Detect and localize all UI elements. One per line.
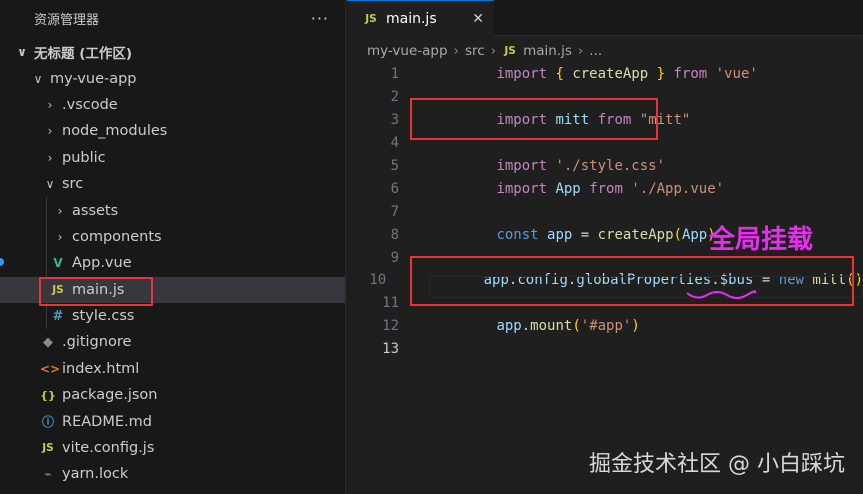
underline-squiggle: [686, 290, 757, 299]
js-file-icon: JS: [365, 12, 377, 25]
tree-item-app-vue[interactable]: V App.vue: [0, 250, 345, 277]
info-file-icon: ⓘ: [41, 415, 54, 430]
chevron-right-icon: ›: [47, 97, 53, 112]
tree-item-label: .gitignore: [62, 334, 132, 351]
line-number: 9: [390, 249, 399, 266]
line-number: 10: [369, 272, 387, 289]
tree-item-label: index.html: [62, 360, 140, 377]
tree-item-label: src: [62, 176, 84, 193]
explorer-sidebar: 资源管理器 ··· ∨ 无标题 (工作区) ∨ my-vue-app › .vs…: [0, 0, 346, 494]
tab-bar: JS main.js ✕: [347, 0, 863, 36]
chevron-right-icon: ›: [47, 124, 53, 139]
tree-item-label: node_modules: [62, 123, 168, 140]
chevron-right-icon: ›: [47, 150, 53, 165]
watermark: 掘金技术社区 @ 小白踩坑: [589, 452, 845, 477]
tab-label: main.js: [386, 10, 437, 27]
html-file-icon: <>: [40, 361, 61, 376]
chevron-right-icon: ›: [57, 203, 63, 218]
tree-item-yarn-lock[interactable]: ⌁ yarn.lock: [0, 461, 345, 487]
tab-main-js[interactable]: JS main.js ✕: [347, 0, 494, 36]
indent-guide: [46, 197, 47, 224]
main-js-highlight-box: [39, 277, 153, 306]
tree-item-label: .vscode: [62, 96, 118, 113]
import-mitt-highlight-box: [410, 98, 658, 140]
vue-file-icon: V: [53, 256, 63, 271]
tree-item-label: assets: [72, 202, 119, 219]
tree-item-label: public: [62, 149, 106, 166]
line-number: 7: [390, 203, 399, 220]
js-file-icon: JS: [42, 442, 54, 455]
tree-item-vite-config[interactable]: JS vite.config.js: [0, 435, 345, 461]
line-number: 12: [382, 318, 399, 335]
tree-item-index-html[interactable]: <> index.html: [0, 356, 345, 382]
tree-item-label: components: [72, 228, 162, 245]
file-tree: ∨ 无标题 (工作区) ∨ my-vue-app › .vscode › nod…: [0, 39, 345, 488]
global-bus-highlight-box: [410, 256, 854, 306]
line-number: 2: [390, 89, 399, 106]
tree-item-label: App.vue: [72, 255, 132, 272]
tree-item-node-modules[interactable]: › node_modules: [0, 118, 345, 144]
tree-item-vscode[interactable]: › .vscode: [0, 92, 345, 118]
chevron-down-icon: ∨: [17, 45, 27, 60]
code-line: 6 import App from './App.vue': [347, 177, 863, 200]
line-number: 11: [382, 295, 399, 312]
line-number: 13: [382, 341, 399, 358]
tree-item-label: README.md: [62, 413, 152, 430]
more-actions-icon[interactable]: ···: [311, 9, 329, 28]
editor-area: JS main.js ✕ my-vue-app › src › JS main.…: [347, 0, 863, 494]
yarn-file-icon: ⌁: [44, 467, 52, 482]
git-file-icon: ◆: [43, 334, 53, 350]
workspace-root[interactable]: ∨ 无标题 (工作区): [0, 39, 345, 65]
line-number: 6: [390, 180, 399, 197]
explorer-title: 资源管理器: [34, 12, 100, 28]
chevron-down-icon: ∨: [33, 71, 43, 86]
explorer-header: 资源管理器 ···: [0, 0, 345, 36]
tree-item-label: style.css: [72, 308, 135, 325]
line-number: 1: [390, 66, 399, 83]
workspace-label: 无标题 (工作区): [34, 46, 133, 63]
tree-item-gitignore[interactable]: ◆ .gitignore: [0, 329, 345, 355]
line-number: 3: [390, 112, 399, 129]
tree-item-readme[interactable]: ⓘ README.md: [0, 408, 345, 434]
tree-item-package-json[interactable]: {} package.json: [0, 382, 345, 408]
code-line: 12 app.mount('#app'): [347, 315, 863, 338]
indent-guide: [46, 223, 47, 251]
tree-item-label: package.json: [62, 387, 158, 404]
tree-item-assets[interactable]: › assets: [0, 197, 345, 224]
json-file-icon: {}: [40, 388, 56, 402]
tree-item-label: vite.config.js: [62, 440, 155, 457]
tree-item-label: yarn.lock: [62, 466, 129, 483]
tree-item-src[interactable]: ∨ src: [0, 171, 345, 197]
indent-guide: [46, 302, 47, 330]
tree-item-style-css[interactable]: # style.css: [0, 302, 345, 330]
chevron-down-icon: ∨: [45, 177, 55, 192]
indent-guide: [46, 250, 47, 277]
css-file-icon: #: [52, 308, 64, 324]
tree-item-public[interactable]: › public: [0, 145, 345, 171]
tree-item-components[interactable]: › components: [0, 223, 345, 251]
chevron-right-icon: ›: [57, 229, 63, 244]
line-number: 8: [390, 226, 399, 243]
line-number: 4: [390, 135, 399, 152]
tree-item-my-vue-app[interactable]: ∨ my-vue-app: [0, 65, 345, 91]
tree-item-label: my-vue-app: [50, 70, 137, 87]
line-number: 5: [390, 158, 399, 174]
annotation-label: 全局挂载: [709, 225, 814, 255]
code-line: 1 import { createApp } from 'vue': [347, 63, 863, 86]
close-icon[interactable]: ✕: [472, 11, 484, 27]
